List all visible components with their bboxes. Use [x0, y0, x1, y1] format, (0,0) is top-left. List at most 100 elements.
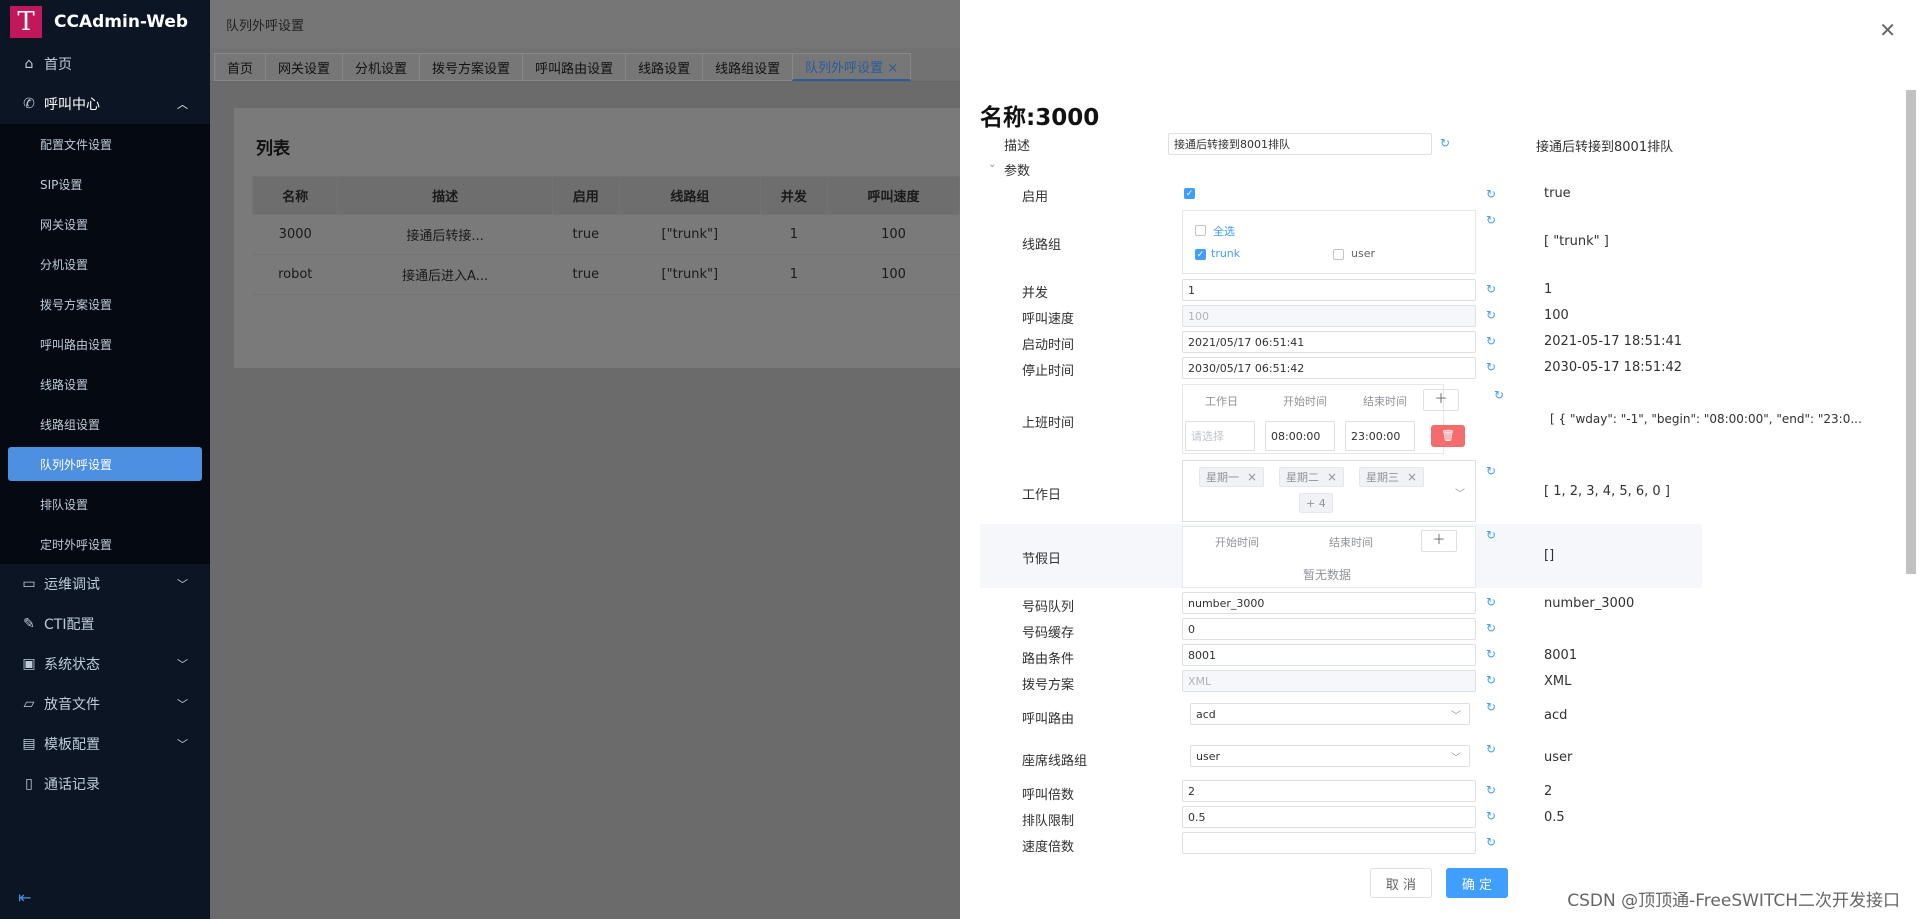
user-checkbox[interactable]	[1333, 249, 1344, 260]
refresh-icon[interactable]: ↻	[1486, 595, 1496, 609]
refresh-icon[interactable]: ↻	[1486, 528, 1496, 542]
confirm-button[interactable]: 确 定	[1446, 868, 1508, 898]
close-icon[interactable]: ×	[1327, 470, 1337, 484]
sidebar-item-dialplan[interactable]: 拨号方案设置	[0, 284, 210, 324]
scrollbar[interactable]	[1906, 90, 1916, 574]
sidebar-item-trunk[interactable]: 线路设置	[0, 364, 210, 404]
workday-select[interactable]: 请选择	[1185, 421, 1255, 451]
sidebar-item-call-center[interactable]: ✆ 呼叫中心 ︿	[0, 84, 210, 124]
concurrent-input[interactable]: 1	[1182, 279, 1476, 301]
begin-time-input[interactable]: 08:00:00	[1265, 421, 1335, 451]
refresh-icon[interactable]: ↻	[1486, 334, 1496, 348]
field-label: 并发	[1022, 286, 1049, 301]
end-time-input[interactable]: 23:00:00	[1345, 421, 1415, 451]
holiday-table: 开始时间 结束时间 ＋ 暂无数据	[1182, 526, 1476, 588]
column-header[interactable]: 呼叫速度	[826, 176, 961, 215]
workday-multiselect[interactable]: 星期一 × 星期二 × 星期三 × + 4 ﹀	[1182, 460, 1476, 522]
tab-trunk[interactable]: 线路设置	[625, 53, 704, 81]
tab-dialplan[interactable]: 拨号方案设置	[419, 53, 524, 81]
user-option-label[interactable]: user	[1351, 247, 1375, 260]
column-header[interactable]: 线路组	[618, 176, 761, 215]
refresh-icon[interactable]: ↻	[1440, 136, 1450, 150]
refresh-icon[interactable]: ↻	[1494, 388, 1504, 402]
sidebar-item-audio-files[interactable]: ▱ 放音文件 ﹀	[0, 684, 210, 724]
add-row-button[interactable]: ＋	[1421, 530, 1457, 552]
sidebar-item-system-status[interactable]: ▣ 系统状态 ﹀	[0, 644, 210, 684]
route-condition-input[interactable]: 8001	[1182, 644, 1476, 666]
start-time-input[interactable]: 2021/05/17 06:51:41	[1182, 331, 1476, 353]
sidebar-item-ops[interactable]: ▭ 运维调试 ﹀	[0, 564, 210, 604]
sidebar-item-label: 模板配置	[44, 737, 100, 753]
close-icon[interactable]: ✕	[1879, 18, 1896, 42]
refresh-icon[interactable]: ↻	[1486, 187, 1496, 201]
description-input[interactable]: 接通后转接到8001排队	[1168, 133, 1432, 155]
refresh-icon[interactable]: ↻	[1486, 282, 1496, 296]
refresh-icon[interactable]: ↻	[1486, 647, 1496, 661]
refresh-icon[interactable]: ↻	[1486, 673, 1496, 687]
column-header[interactable]: 并发	[759, 176, 828, 215]
tab-extension[interactable]: 分机设置	[342, 53, 421, 81]
sidebar-item-call-records[interactable]: ▯ 通话记录	[0, 764, 210, 804]
speed-multiplier-input[interactable]	[1182, 832, 1476, 854]
sidebar-item-call-route[interactable]: 呼叫路由设置	[0, 324, 210, 364]
add-row-button[interactable]: ＋	[1423, 389, 1459, 411]
app-logo[interactable]: T CCAdmin-Web	[0, 0, 210, 44]
sidebar-item-sip[interactable]: SIP设置	[0, 164, 210, 204]
select-all-checkbox[interactable]	[1195, 225, 1206, 236]
column-header[interactable]: 启用	[551, 176, 620, 215]
caret-down-icon[interactable]: ⌄	[988, 159, 996, 170]
number-queue-input[interactable]: number_3000	[1182, 592, 1476, 614]
agent-trunk-select[interactable]: user ﹀	[1190, 745, 1470, 767]
workday-tag[interactable]: 星期一 ×	[1199, 467, 1265, 487]
tab-home[interactable]: 首页	[214, 53, 267, 81]
stop-time-input[interactable]: 2030/05/17 06:51:42	[1182, 357, 1476, 379]
refresh-icon[interactable]: ↻	[1486, 621, 1496, 635]
column-header[interactable]: 描述	[337, 176, 553, 215]
chevron-down-icon: ﹀	[1451, 752, 1461, 764]
call-route-select[interactable]: acd ﹀	[1190, 703, 1470, 725]
sidebar-item-home[interactable]: ⌂ 首页	[0, 44, 210, 84]
tab-queue-outbound[interactable]: 队列外呼设置 ×	[792, 53, 912, 81]
select-all-label[interactable]: 全选	[1213, 223, 1235, 239]
params-label[interactable]: 参数	[1004, 160, 1030, 179]
number-cache-input[interactable]: 0	[1182, 618, 1476, 640]
sidebar-item-extension[interactable]: 分机设置	[0, 244, 210, 284]
collapse-sidebar-icon[interactable]: ⇤	[18, 888, 31, 907]
table-row[interactable]: 3000 接通后转接... true ["trunk"] 1 100	[252, 214, 960, 255]
sidebar-item-cti[interactable]: ✎ CTI配置	[0, 604, 210, 644]
refresh-icon[interactable]: ↻	[1486, 783, 1496, 797]
workday-tag[interactable]: 星期三 ×	[1359, 467, 1425, 487]
cancel-button[interactable]: 取 消	[1370, 868, 1432, 898]
trunk-checkbox[interactable]: ✓	[1195, 249, 1206, 260]
tab-call-route[interactable]: 呼叫路由设置	[522, 53, 627, 81]
enable-checkbox[interactable]: ✓	[1184, 188, 1195, 199]
close-icon[interactable]: ×	[1407, 470, 1417, 484]
call-multiplier-input[interactable]: 2	[1182, 780, 1476, 802]
sidebar-item-templates[interactable]: ▤ 模板配置 ﹀	[0, 724, 210, 764]
refresh-icon[interactable]: ↻	[1486, 360, 1496, 374]
column-header[interactable]: 名称	[251, 176, 339, 215]
sidebar-item-queue-outbound[interactable]: 队列外呼设置	[8, 447, 202, 481]
table-cell: true	[552, 214, 620, 255]
refresh-icon[interactable]: ↻	[1486, 464, 1496, 478]
refresh-icon[interactable]: ↻	[1486, 742, 1496, 756]
trunk-option-label[interactable]: trunk	[1211, 247, 1240, 260]
delete-row-button[interactable]: 🗑	[1431, 425, 1465, 447]
queue-limit-input[interactable]: 0.5	[1182, 806, 1476, 828]
sidebar-item-profile[interactable]: 配置文件设置	[0, 124, 210, 164]
refresh-icon[interactable]: ↻	[1486, 700, 1496, 714]
sidebar-item-scheduled-outbound[interactable]: 定时外呼设置	[0, 524, 210, 564]
sidebar-item-trunk-group[interactable]: 线路组设置	[0, 404, 210, 444]
refresh-icon[interactable]: ↻	[1486, 809, 1496, 823]
sidebar-item-gateway[interactable]: 网关设置	[0, 204, 210, 244]
sidebar-item-queue[interactable]: 排队设置	[0, 484, 210, 524]
workday-tag[interactable]: 星期二 ×	[1279, 467, 1345, 487]
refresh-icon[interactable]: ↻	[1486, 213, 1496, 227]
field-label: 停止时间	[1022, 364, 1075, 379]
close-icon[interactable]: ×	[1247, 470, 1257, 484]
refresh-icon[interactable]: ↻	[1486, 308, 1496, 322]
refresh-icon[interactable]: ↻	[1486, 835, 1496, 849]
table-row[interactable]: robot 接通后进入A... true ["trunk"] 1 100	[252, 254, 960, 295]
tab-trunk-group[interactable]: 线路组设置	[702, 53, 794, 81]
tab-gateway[interactable]: 网关设置	[265, 53, 344, 81]
